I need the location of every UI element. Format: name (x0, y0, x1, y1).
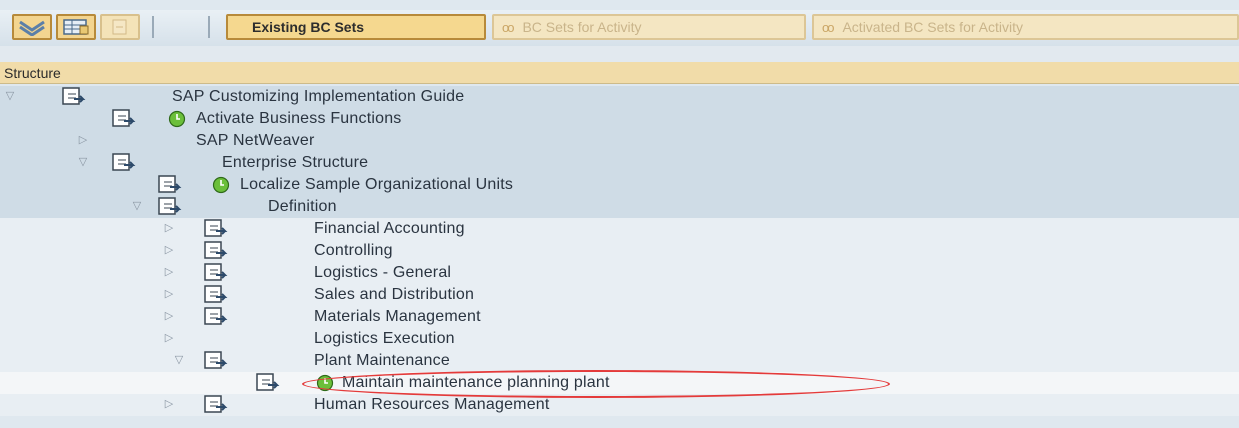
existing-bc-sets-label: Existing BC Sets (252, 19, 365, 35)
clock-execute-icon[interactable] (168, 110, 186, 128)
tree-row-label: Logistics - General (314, 264, 452, 281)
document-arrow-icon (204, 351, 228, 369)
document-arrow-icon (204, 219, 228, 237)
document-arrow-icon (204, 263, 228, 281)
tree-row[interactable]: ▷ SAP NetWeaver (0, 130, 1239, 152)
tree-row[interactable]: Localize Sample Organizational Units (0, 174, 1239, 196)
document-arrow-icon (204, 307, 228, 325)
document-arrow-icon (256, 373, 280, 391)
tree-row-label: SAP Customizing Implementation Guide (172, 88, 465, 105)
tree-row[interactable]: ▽ Enterprise Structure (0, 152, 1239, 174)
existing-bc-sets-button[interactable]: Existing BC Sets (226, 14, 486, 40)
display-button[interactable] (56, 14, 96, 40)
tree-row[interactable]: ▷ Logistics - General (0, 262, 1239, 284)
bc-sets-for-activity-button[interactable]: oo BC Sets for Activity (492, 14, 806, 40)
tree-row[interactable]: ▽ Plant Maintenance (0, 350, 1239, 372)
document-arrow-icon (158, 175, 182, 193)
tree-row[interactable]: ▷ Financial Accounting (0, 218, 1239, 240)
collapsed-toggle-icon[interactable]: ▷ (162, 287, 176, 301)
tree-row[interactable]: ▽ SAP Customizing Implementation Guide (0, 86, 1239, 108)
top-strip (0, 0, 1239, 10)
tree-row-label: Activate Business Functions (196, 110, 402, 127)
document-arrow-icon (204, 395, 228, 413)
bc-sets-for-activity-label: BC Sets for Activity (522, 19, 642, 35)
spacer (0, 46, 1239, 62)
tree-row[interactable]: ▽ Definition (0, 196, 1239, 218)
expanded-toggle-icon[interactable]: ▽ (130, 199, 144, 213)
toolbar: Existing BC Sets oo BC Sets for Activity… (0, 10, 1239, 46)
tree-row[interactable]: ▷ Logistics Execution (0, 328, 1239, 350)
highlight-ellipse (302, 370, 890, 398)
tree-row-label: SAP NetWeaver (196, 132, 315, 149)
collapsed-toggle-icon[interactable]: ▷ (162, 221, 176, 235)
clock-execute-icon[interactable] (212, 176, 230, 194)
expanded-toggle-icon[interactable]: ▽ (76, 155, 90, 169)
collapsed-toggle-icon[interactable]: ▷ (162, 243, 176, 257)
document-icon (112, 19, 127, 35)
document-arrow-icon (204, 241, 228, 259)
glasses-icon: oo (822, 19, 835, 35)
tree-row[interactable]: ▷ Controlling (0, 240, 1239, 262)
tree-row-label: Controlling (314, 242, 393, 259)
tree-row-label: Sales and Distribution (314, 286, 475, 303)
document-arrow-icon (62, 87, 86, 105)
glasses-icon: oo (502, 19, 515, 35)
tree-row-label: Enterprise Structure (222, 154, 369, 171)
structure-header: Structure (0, 62, 1239, 84)
document-arrow-icon (204, 285, 228, 303)
document-arrow-icon (112, 109, 136, 127)
structure-header-label: Structure (4, 65, 61, 81)
collapsed-toggle-icon[interactable]: ▷ (162, 309, 176, 323)
tree-row[interactable]: ▷ Sales and Distribution (0, 284, 1239, 306)
document-arrow-icon (158, 197, 182, 215)
document-arrow-icon (112, 153, 136, 171)
tree-row[interactable]: ▷ Materials Management (0, 306, 1239, 328)
tree-row-label: Definition (268, 198, 337, 215)
collapsed-toggle-icon[interactable]: ▷ (162, 265, 176, 279)
collapsed-toggle-icon[interactable]: ▷ (76, 133, 90, 147)
expand-all-icon (19, 20, 45, 36)
disabled-tool-button[interactable] (100, 14, 140, 40)
expanded-toggle-icon[interactable]: ▽ (172, 353, 186, 367)
toolbar-separator (208, 16, 210, 38)
tree-row-label: Plant Maintenance (314, 352, 450, 369)
collapsed-toggle-icon[interactable]: ▷ (162, 397, 176, 411)
tree-row-label: Materials Management (314, 308, 481, 325)
tree-row-label: Logistics Execution (314, 330, 455, 347)
tree-row-label: Financial Accounting (314, 220, 465, 237)
collapsed-toggle-icon[interactable]: ▷ (162, 331, 176, 345)
tree-row-label: Localize Sample Organizational Units (240, 176, 514, 193)
table-icon (63, 19, 89, 35)
activated-bc-sets-label: Activated BC Sets for Activity (842, 19, 1023, 35)
expanded-toggle-icon[interactable]: ▽ (3, 89, 17, 103)
expand-all-button[interactable] (12, 14, 52, 40)
toolbar-separator (152, 16, 154, 38)
activated-bc-sets-button[interactable]: oo Activated BC Sets for Activity (812, 14, 1239, 40)
tree-row[interactable]: Activate Business Functions (0, 108, 1239, 130)
